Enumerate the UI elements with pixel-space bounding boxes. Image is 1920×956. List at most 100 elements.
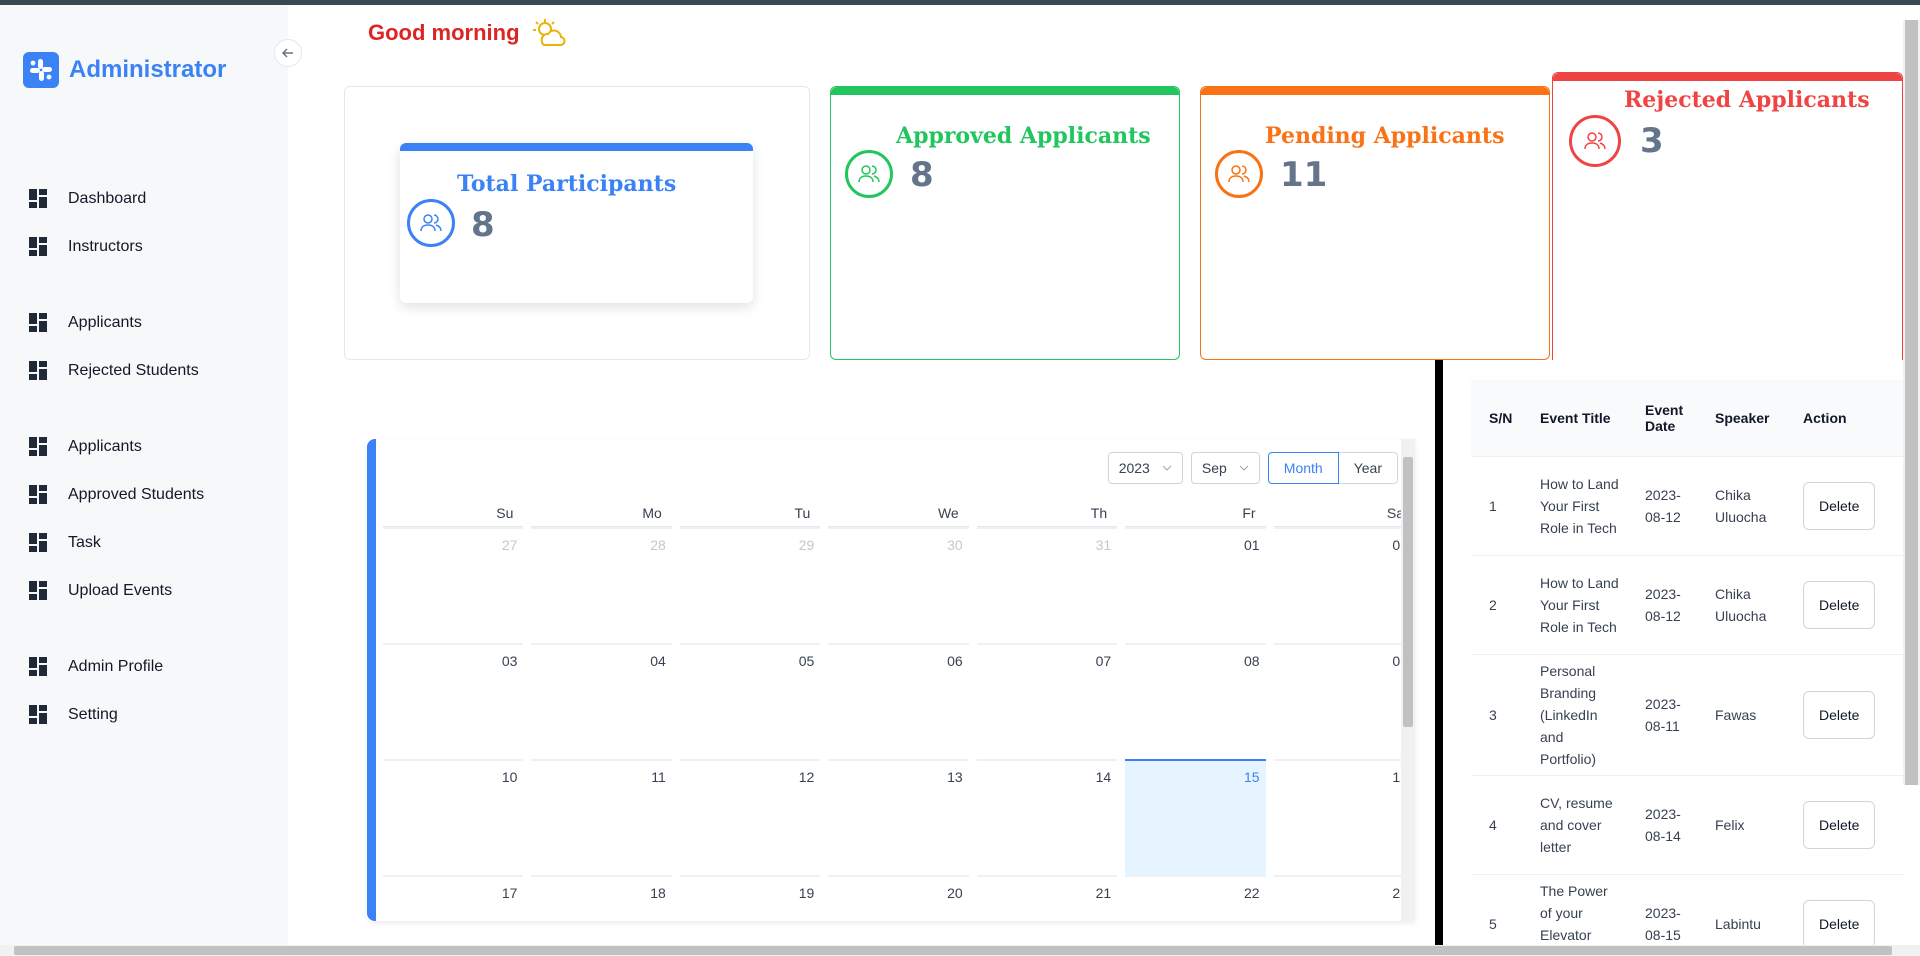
calendar-week: 10 11 12 13 14 15 16 [379, 759, 1415, 875]
delete-button[interactable]: Delete [1803, 481, 1876, 530]
calendar-day[interactable]: 03 [383, 643, 524, 759]
dashboard-icon [29, 485, 49, 505]
cell-sn: 4 [1471, 775, 1528, 875]
total-participants-card[interactable]: Total Participants 8 [400, 143, 753, 303]
events-panel: S/N Event Title Event Date Speaker Actio… [1435, 360, 1903, 946]
scrollbar-thumb[interactable] [1905, 20, 1918, 785]
rejected-applicants-card[interactable]: Rejected Applicants 3 [1552, 72, 1903, 373]
users-icon [1569, 115, 1621, 167]
window-top-border [0, 0, 1920, 5]
calendar-day[interactable]: 11 [531, 759, 672, 875]
sidebar-item-approved-students[interactable]: Approved Students [29, 485, 204, 505]
column-header-action: Action [1791, 380, 1903, 457]
users-icon [845, 150, 893, 198]
greeting: Good morning [368, 18, 566, 48]
calendar-day[interactable]: 07 [976, 643, 1118, 759]
dashboard-icon [29, 705, 49, 725]
sidebar-item-upload-events[interactable]: Upload Events [29, 581, 172, 601]
column-header-date: Event Date [1633, 380, 1703, 457]
sidebar-item-setting[interactable]: Setting [29, 705, 118, 725]
delete-button[interactable]: Delete [1803, 800, 1876, 849]
dashboard-icon [29, 189, 49, 209]
card-accent-bar [831, 87, 1179, 95]
calendar-day[interactable]: 29 [679, 527, 821, 643]
sidebar-item-rejected-students[interactable]: Rejected Students [29, 361, 199, 381]
calendar-week: 17 18 19 20 21 22 23 [379, 875, 1415, 921]
sidebar-item-instructors[interactable]: Instructors [29, 237, 143, 257]
events-table: S/N Event Title Event Date Speaker Actio… [1471, 380, 1903, 946]
chevron-down-icon [1162, 465, 1172, 471]
weekday-label: Mo [531, 505, 672, 527]
calendar-scrollbar[interactable] [1401, 439, 1415, 921]
calendar-day[interactable]: 19 [679, 875, 821, 921]
card-title: Total Participants [457, 171, 677, 197]
cell-title: Personal Branding (LinkedIn and Portfoli… [1528, 654, 1633, 776]
sun-cloud-icon [532, 19, 566, 46]
calendar-day[interactable]: 12 [679, 759, 821, 875]
page-horizontal-scrollbar[interactable] [0, 945, 1920, 956]
sidebar-item-label: Approved Students [68, 486, 205, 503]
calendar-day[interactable]: 21 [976, 875, 1118, 921]
sidebar-item-applicants[interactable]: Applicants [29, 313, 142, 333]
calendar-day[interactable]: 23 [1273, 875, 1414, 921]
sidebar-item-admin-profile[interactable]: Admin Profile [29, 657, 163, 677]
calendar-day[interactable]: 01 [1125, 527, 1266, 643]
calendar-day[interactable]: 20 [828, 875, 969, 921]
calendar-day[interactable]: 13 [828, 759, 969, 875]
calendar-day[interactable]: 06 [828, 643, 969, 759]
calendar-day[interactable]: 17 [383, 875, 524, 921]
calendar-day[interactable]: 04 [531, 643, 672, 759]
scrollbar-thumb[interactable] [1403, 457, 1413, 727]
delete-button[interactable]: Delete [1803, 580, 1876, 629]
table-row: 4 CV, resume and cover letter 2023-08-14… [1471, 775, 1903, 875]
calendar-day[interactable]: 02 [1273, 527, 1414, 643]
cell-action: Delete [1791, 456, 1903, 556]
table-row: 1 How to Land Your First Role in Tech 20… [1471, 456, 1903, 556]
month-select[interactable]: Sep [1190, 452, 1260, 484]
dashboard-icon [29, 581, 49, 601]
cell-speaker: Chika Uluocha [1703, 555, 1791, 655]
calendar-day[interactable]: 09 [1273, 643, 1414, 759]
calendar-day[interactable]: 31 [976, 527, 1118, 643]
sidebar-item-label: Applicants [68, 438, 142, 455]
calendar-day[interactable]: 27 [383, 527, 524, 643]
weekday-label: Fr [1125, 505, 1266, 527]
calendar-day[interactable]: 22 [1125, 875, 1266, 921]
calendar-day[interactable]: 28 [531, 527, 672, 643]
brand[interactable]: Administrator [23, 52, 226, 88]
calendar-day[interactable]: 18 [531, 875, 672, 921]
sidebar: Administrator [0, 5, 288, 945]
sidebar-item-task[interactable]: Task [29, 533, 101, 553]
calendar-day[interactable]: 08 [1125, 643, 1266, 759]
year-select-value: 2023 [1118, 460, 1150, 476]
calendar-day[interactable]: 14 [976, 759, 1118, 875]
year-select[interactable]: 2023 [1107, 452, 1183, 484]
dashboard-icon [29, 361, 49, 381]
calendar-day[interactable]: 10 [383, 759, 524, 875]
month-mode-button[interactable]: Month [1267, 452, 1339, 484]
collapse-sidebar-button[interactable] [274, 39, 302, 67]
cell-action: Delete [1791, 874, 1903, 946]
dashboard-icon [29, 313, 49, 333]
sidebar-item-applicants-2[interactable]: Applicants [29, 437, 142, 457]
cell-title: How to Land Your First Role in Tech [1528, 555, 1633, 655]
calendar-day[interactable]: 05 [679, 643, 821, 759]
calendar-day[interactable]: 30 [828, 527, 969, 643]
calendar-week: 03 04 05 06 07 08 09 [379, 643, 1415, 759]
year-mode-button[interactable]: Year [1338, 452, 1398, 484]
approved-applicants-card[interactable]: Approved Applicants 8 [830, 86, 1180, 360]
card-title: Rejected Applicants [1624, 87, 1870, 113]
pending-applicants-card[interactable]: Pending Applicants 11 [1200, 86, 1550, 360]
weekday-label: Sa [1273, 505, 1414, 527]
scrollbar-thumb[interactable] [14, 946, 1892, 955]
delete-button[interactable]: Delete [1803, 690, 1876, 739]
calendar-day-today[interactable]: 15 [1125, 759, 1266, 875]
delete-button[interactable]: Delete [1803, 899, 1876, 946]
card-title: Pending Applicants [1265, 123, 1505, 149]
table-row: 2 How to Land Your First Role in Tech 20… [1471, 555, 1903, 655]
calendar-day[interactable]: 16 [1273, 759, 1414, 875]
sidebar-item-dashboard[interactable]: Dashboard [29, 189, 146, 209]
cell-speaker: Labintu [1703, 874, 1791, 946]
cell-sn: 3 [1471, 654, 1528, 776]
page-vertical-scrollbar[interactable] [1903, 20, 1920, 785]
